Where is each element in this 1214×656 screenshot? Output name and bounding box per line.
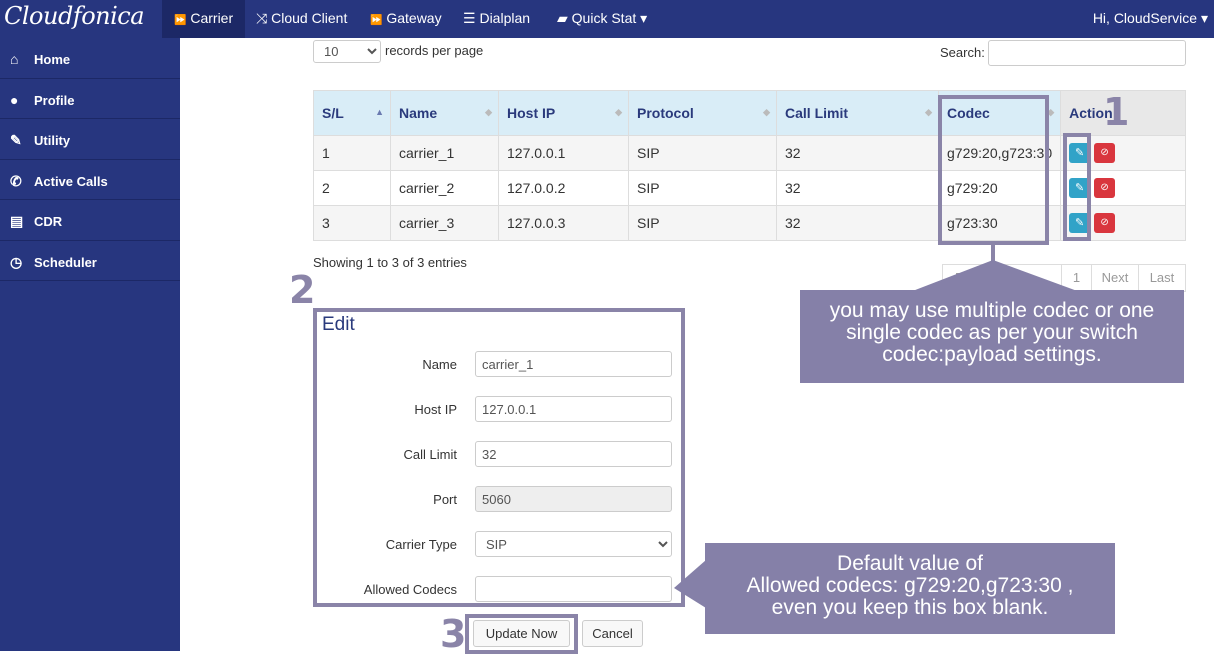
carrier-type-select[interactable]: SIP [475,531,672,557]
col-protocol[interactable]: Protocol ◆ [628,90,777,136]
wrench-icon: ✎ [10,132,22,148]
sidebar-item-cdr[interactable]: ▤ CDR [0,200,180,241]
update-now-button[interactable]: Update Now [473,620,570,647]
table-row: 1 carrier_1 127.0.0.1 SIP 32 g729:20,g723:30 … [313,135,1186,171]
sidebar: ⌂ Home ● Profile ✎ Utility ✆ Active Calls ▤ C… [0,38,180,651]
page-last[interactable]: Last [1138,264,1186,292]
host-ip-input[interactable] [475,396,672,422]
fast-forward-icon: ⏩ [174,15,187,26]
sidebar-item-home[interactable]: ⌂ Home [0,38,180,79]
shuffle-icon: ⤨ [256,10,268,26]
call-limit-label: Call Limit [403,447,457,462]
delete-button[interactable]: ⊘ [1094,178,1116,198]
port-label: Port [433,492,457,507]
delete-button[interactable]: ⊘ [1094,143,1116,163]
edit-highlight [1063,133,1091,241]
step-number-1: 1 [1103,90,1130,134]
table-info: Showing 1 to 3 of 3 entries [313,255,467,270]
codec-callout: you may use multiple codec or one single… [800,290,1184,383]
records-per-page-label: records per page [385,43,484,58]
clock-icon: ◷ [10,253,23,270]
carrier-table: S/L ▲ Name ◆ Host IP ◆ Protocol ◆ Call Limit… [313,90,1186,241]
table-row: 2 carrier_2 127.0.0.2 SIP 32 g729:20 ✎ ⊘ [313,170,1186,206]
sidebar-item-active-calls[interactable]: ✆ Active Calls [0,160,180,200]
allowed-codecs-callout: Default value of Allowed codecs: g729:20… [705,543,1115,634]
codec-highlight [938,95,1049,245]
step-number-3: 3 [440,612,467,656]
user-icon: ● [10,91,19,108]
search-input[interactable] [988,40,1186,66]
col-name[interactable]: Name ◆ [390,90,499,136]
table-row: 3 carrier_3 127.0.0.3 SIP 32 g723:30 ✎ ⊘ [313,205,1186,241]
cancel-button[interactable]: Cancel [582,620,643,647]
list-icon: ☰ [463,10,476,26]
step-number-2: 2 [289,268,316,312]
allowed-codecs-input[interactable] [475,576,672,602]
carrier-type-label: Carrier Type [385,537,457,552]
name-input[interactable] [475,351,672,377]
callout2-pointer [674,560,706,608]
sidebar-item-scheduler[interactable]: ◷ Scheduler [0,241,180,281]
host-ip-label: Host IP [414,402,457,417]
col-host-ip[interactable]: Host IP ◆ [498,90,629,136]
nav-dialplan[interactable]: ☰ Dialplan [451,0,542,38]
nav-quick-stat[interactable]: ▰ Quick Stat ▾ [545,0,659,38]
book-icon: ▤ [10,213,24,229]
delete-button[interactable]: ⊘ [1094,213,1116,233]
call-limit-input[interactable] [475,441,672,467]
name-label: Name [422,357,457,372]
nav-cloud-client[interactable]: ⤨ Cloud Client [244,0,359,38]
sidebar-item-utility[interactable]: ✎ Utility [0,119,180,160]
callout1-pointer [910,260,1080,292]
nav-gateway[interactable]: ⏩ Gateway [358,0,454,38]
book-icon: ▰ [557,10,568,26]
nav-carrier[interactable]: ⏩ Carrier [162,0,246,38]
fast-forward-icon: ⏩ [370,15,383,26]
search-label: Search: [940,45,985,60]
port-input [475,486,672,512]
col-sl[interactable]: S/L ▲ [313,90,391,136]
user-menu[interactable]: Hi, CloudService ▾ [1093,0,1208,36]
top-navbar: Cloudfonica ⏩ Carrier ⤨ Cloud Client ⏩ G… [0,0,1214,38]
home-icon: ⌂ [10,51,19,67]
brand-logo[interactable]: Cloudfonica [4,2,145,30]
allowed-codecs-label: Allowed Codecs [363,582,457,597]
edit-title: Edit [322,314,355,335]
phone-icon: ✆ [10,172,22,189]
sidebar-item-profile[interactable]: ● Profile [0,79,180,119]
records-per-page-select[interactable]: 10 [313,40,381,63]
col-call-limit[interactable]: Call Limit ◆ [776,90,939,136]
